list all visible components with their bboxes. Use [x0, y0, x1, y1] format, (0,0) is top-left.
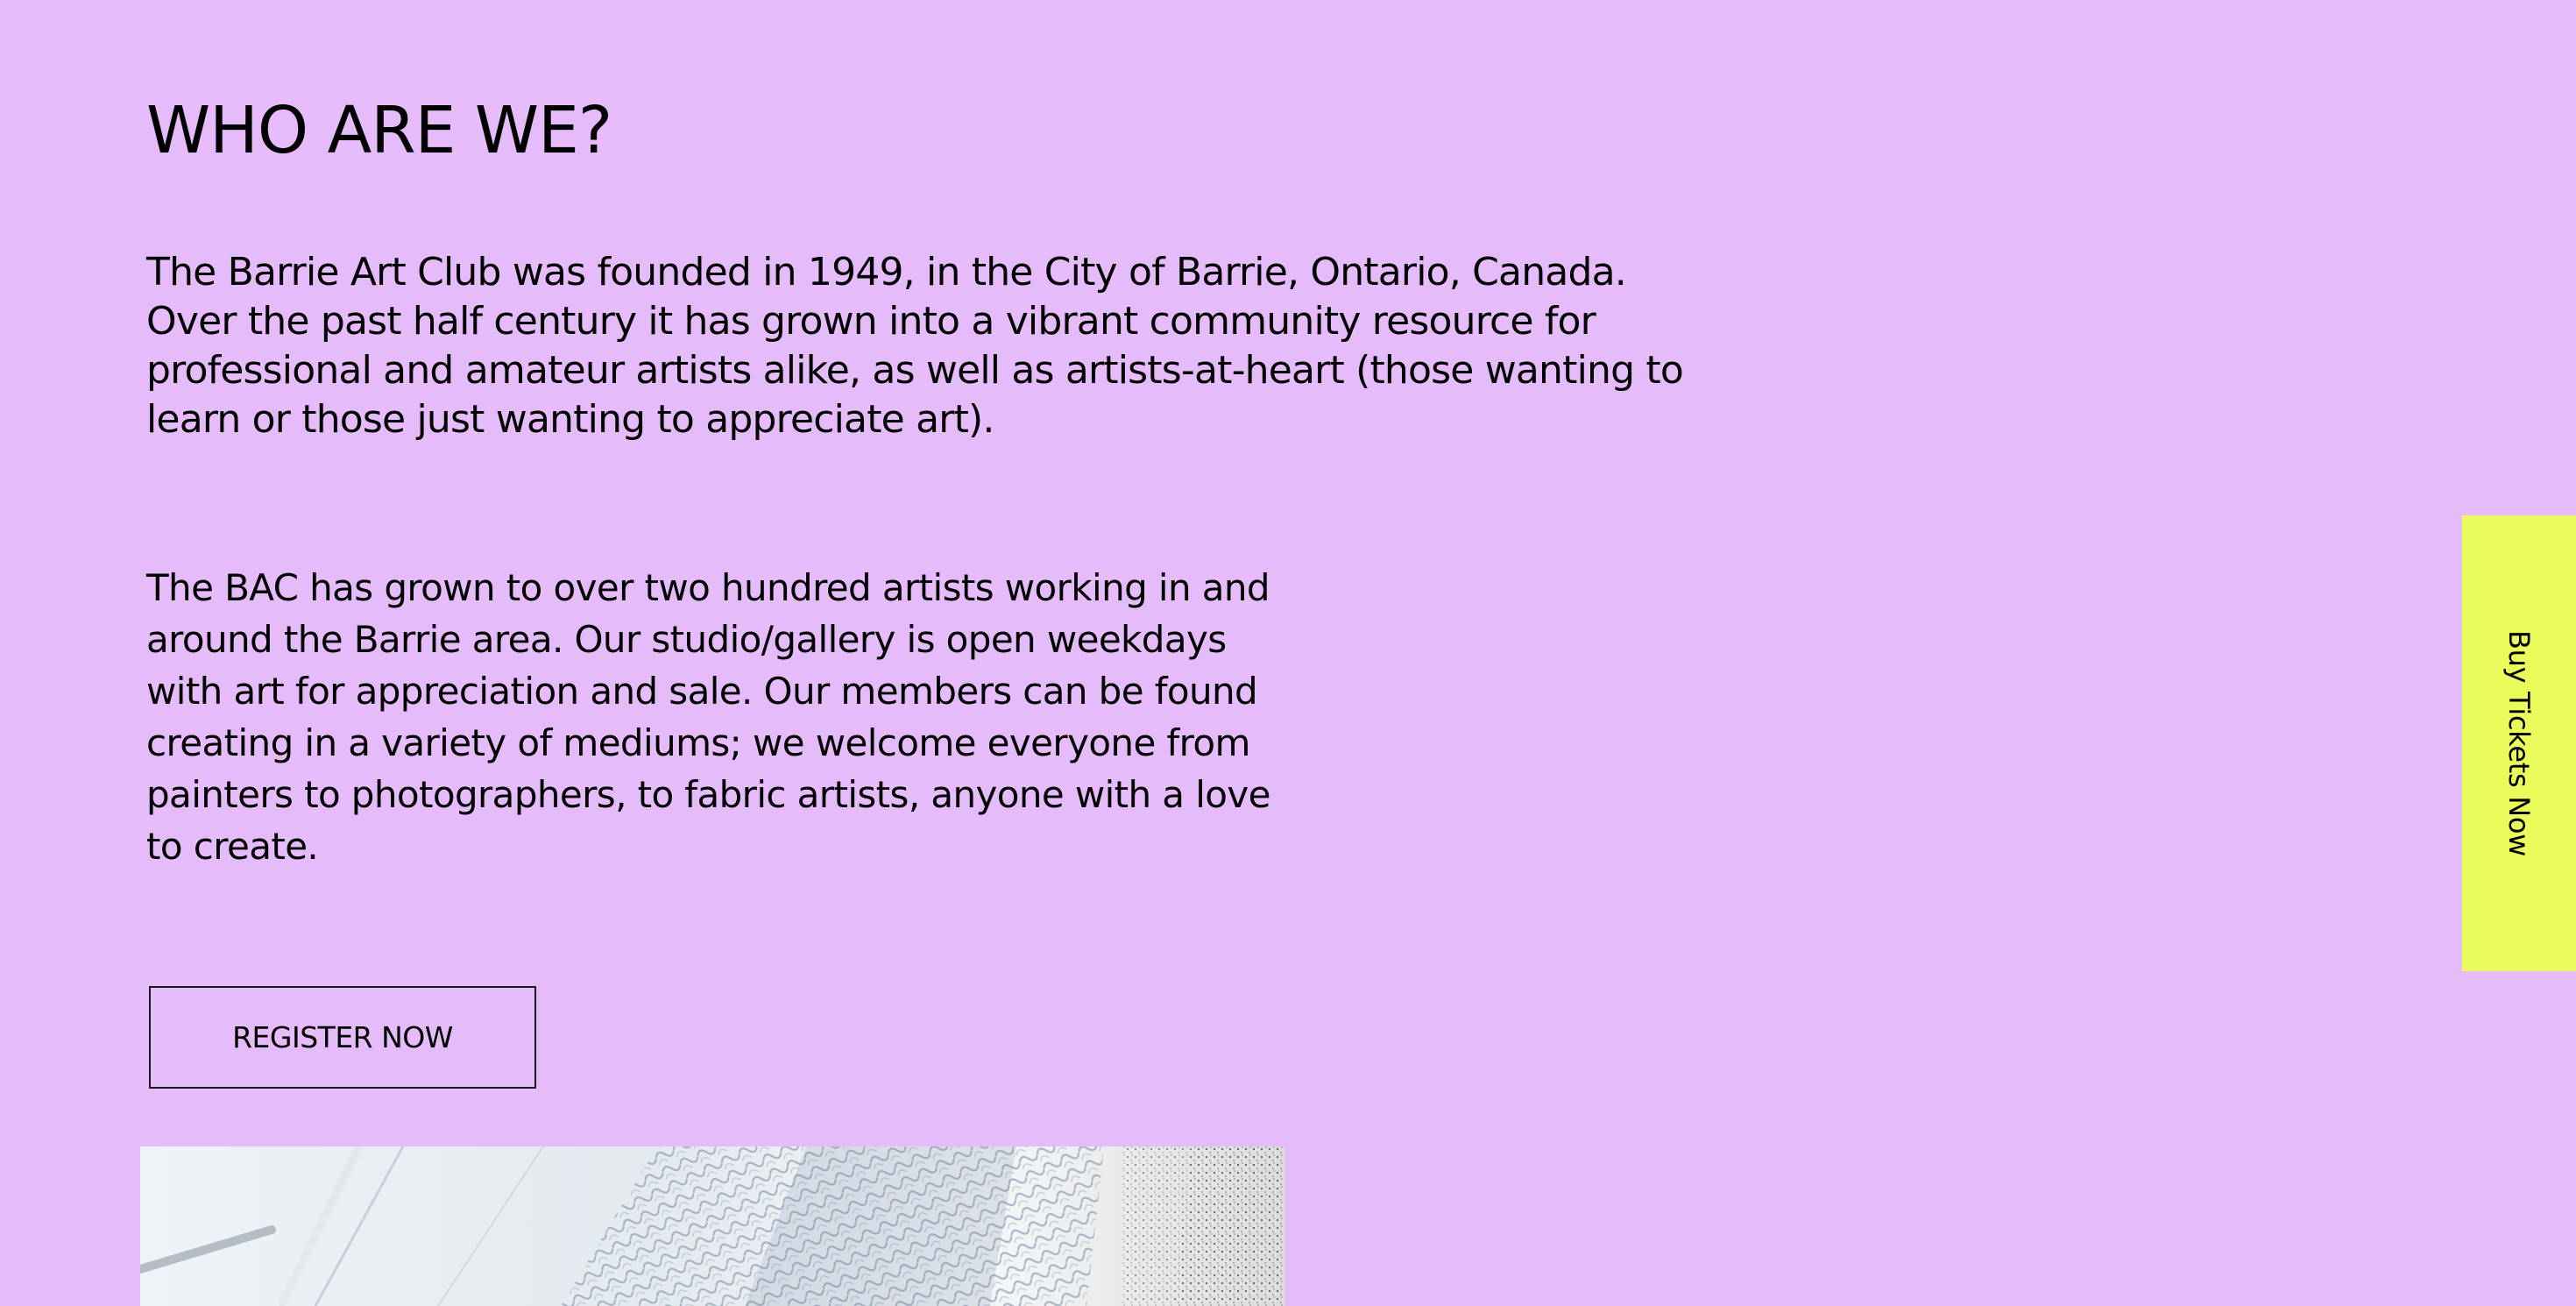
artwork-photo [140, 1146, 1284, 1306]
register-now-button[interactable]: REGISTER NOW [149, 986, 536, 1089]
section-title: WHO ARE WE? [146, 93, 612, 168]
buy-tickets-tab[interactable]: Buy Tickets Now [2462, 515, 2576, 971]
page: WHO ARE WE? The Barrie Art Club was foun… [0, 0, 2576, 1306]
members-paragraph: The BAC has grown to over two hundred ar… [146, 566, 1270, 868]
intro-paragraph: The Barrie Art Club was founded in 1949,… [146, 250, 1684, 442]
register-now-label: REGISTER NOW [232, 1020, 453, 1054]
buy-tickets-label: Buy Tickets Now [2502, 629, 2536, 857]
